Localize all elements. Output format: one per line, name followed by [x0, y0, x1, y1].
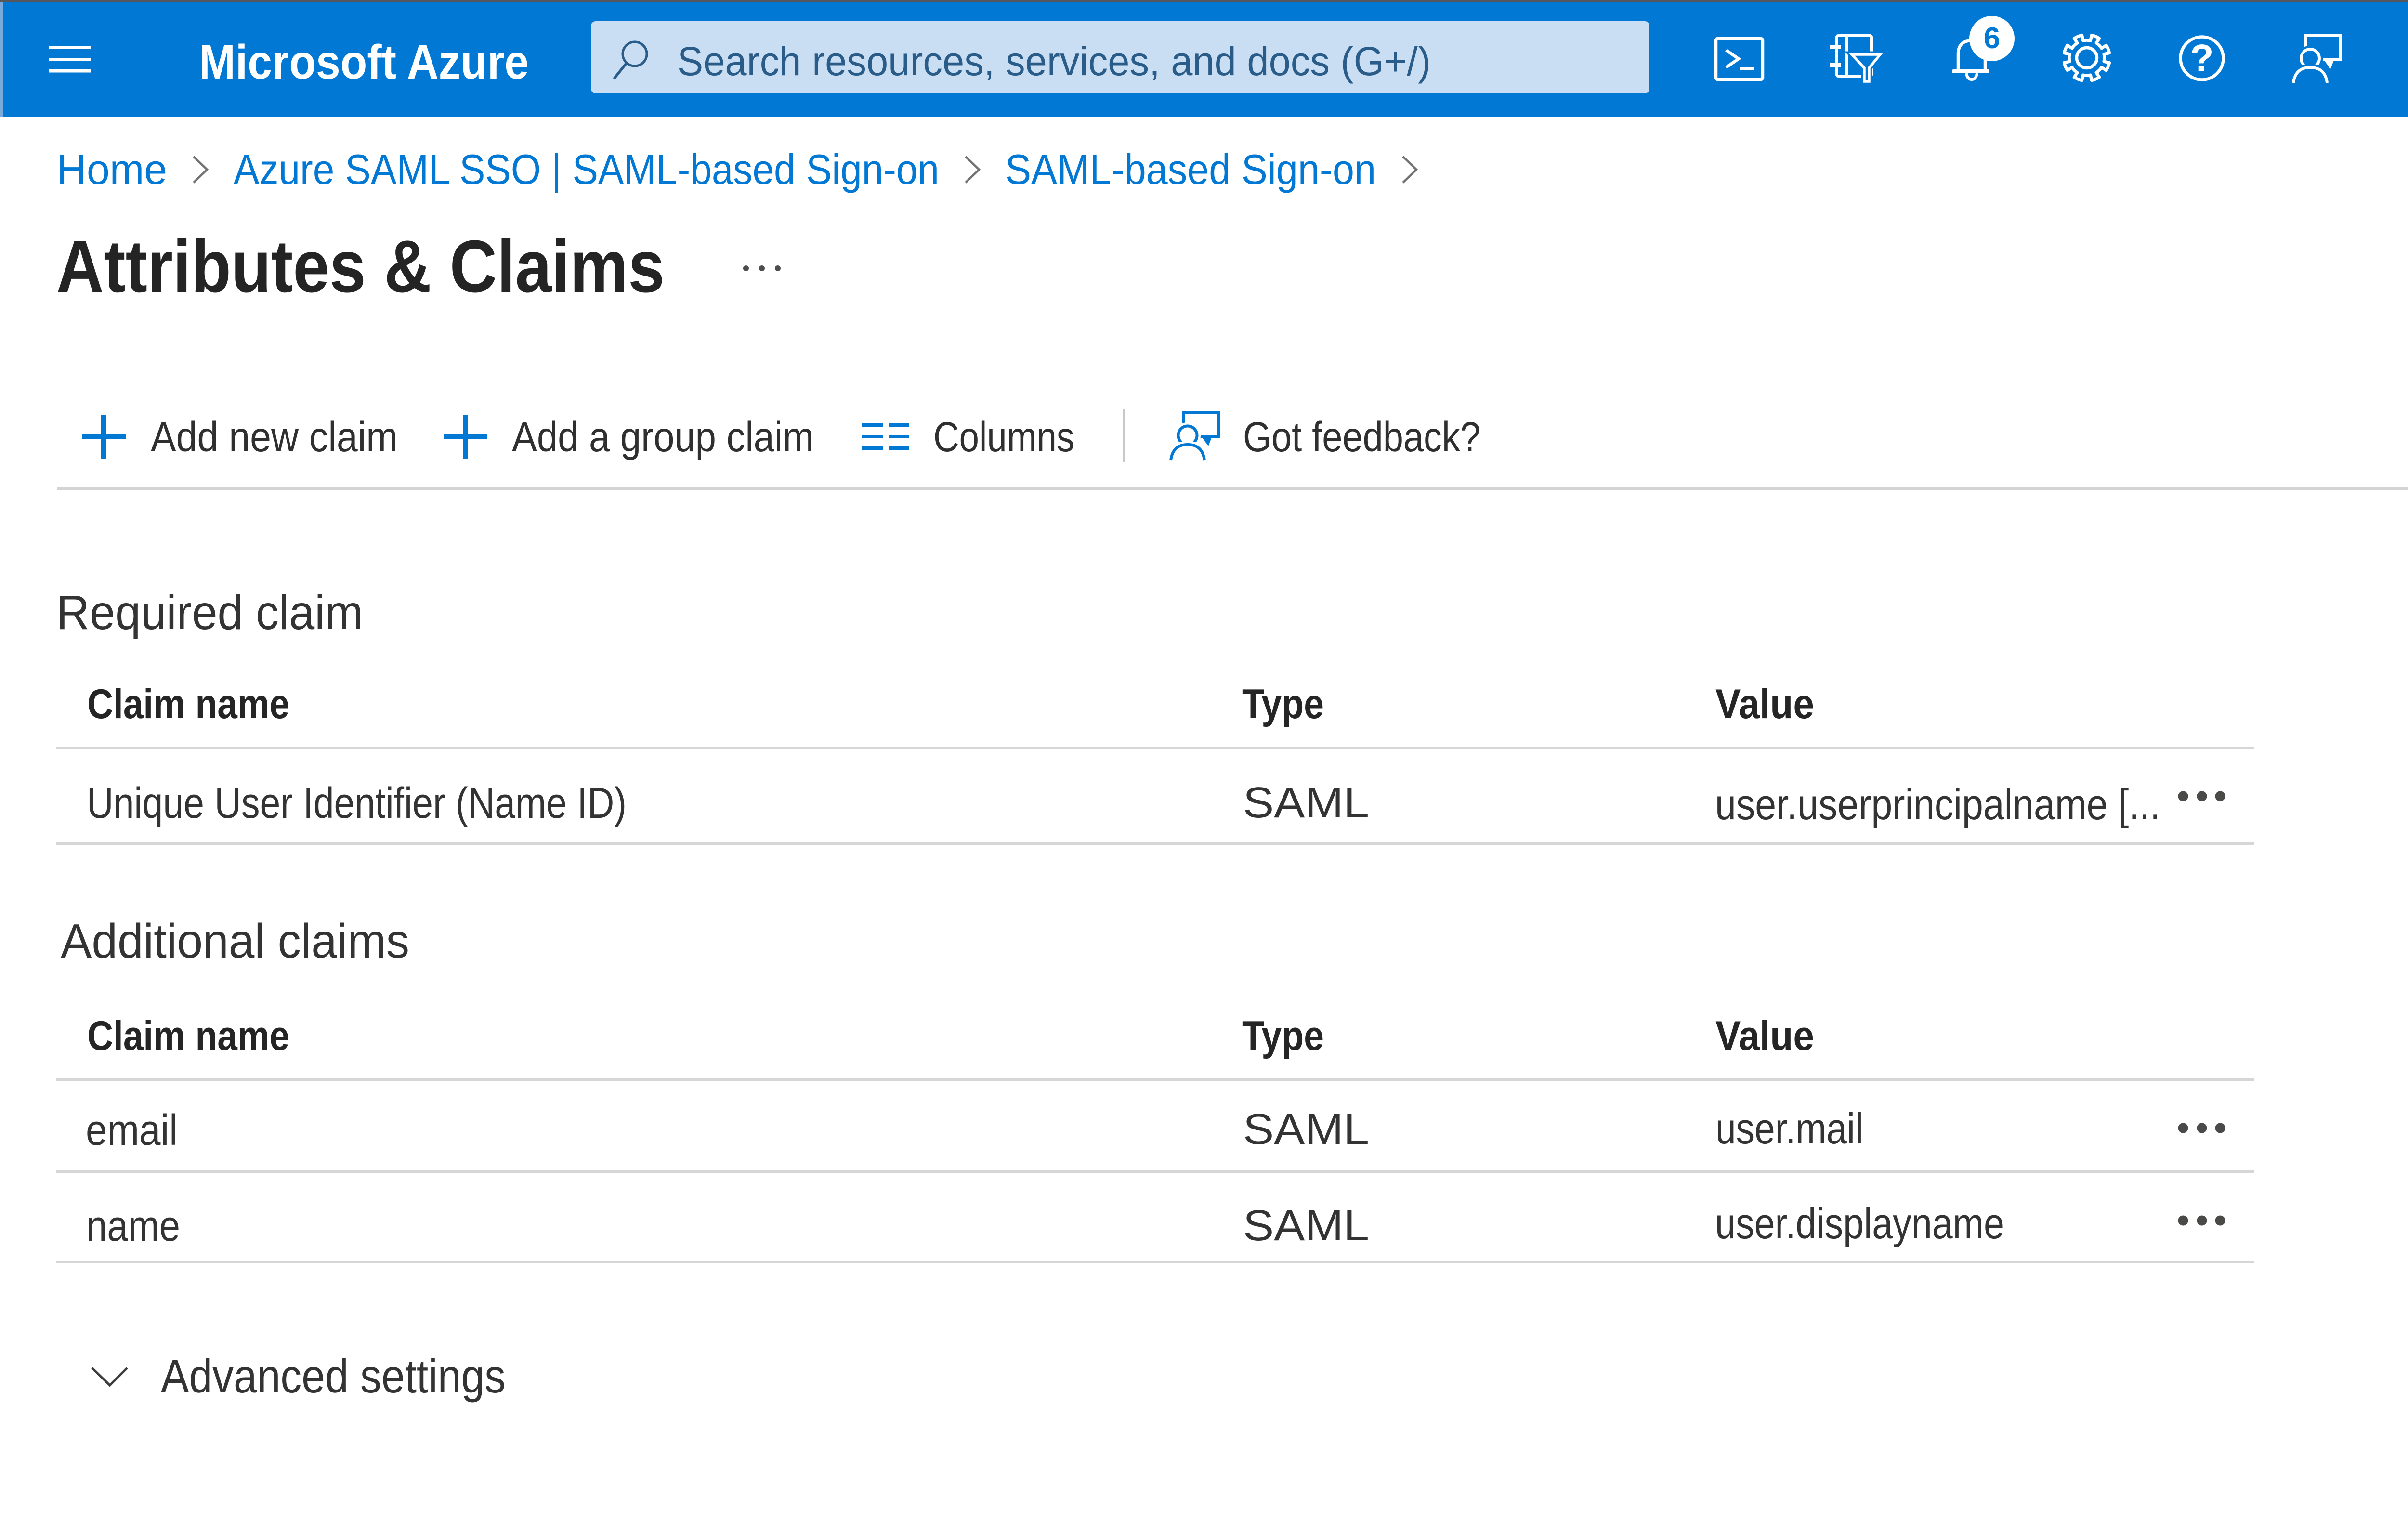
svg-text:?: ? [2190, 37, 2214, 79]
svg-text:Microsoft Azure: Microsoft Azure [199, 35, 529, 89]
svg-text:Claim name: Claim name [87, 1013, 289, 1059]
svg-text:Required claim: Required claim [56, 586, 363, 640]
svg-text:user.userprincipalname [...: user.userprincipalname [... [1715, 781, 2160, 829]
svg-text:SAML: SAML [1243, 779, 1369, 827]
svg-text:Value: Value [1715, 1013, 1814, 1059]
svg-text:Add new claim: Add new claim [151, 414, 398, 460]
svg-text:user.displayname: user.displayname [1715, 1200, 2004, 1248]
svg-text:Columns: Columns [933, 414, 1074, 460]
svg-text:name: name [86, 1202, 180, 1250]
svg-text:SAML: SAML [1243, 1105, 1369, 1154]
svg-text:Got feedback?: Got feedback? [1243, 414, 1480, 460]
svg-text:SAML-based Sign-on: SAML-based Sign-on [1005, 145, 1376, 193]
svg-text:Value: Value [1715, 681, 1814, 727]
svg-text:6: 6 [1984, 22, 2000, 55]
svg-text:Add a group claim: Add a group claim [512, 414, 814, 460]
svg-text:Additional claims: Additional claims [61, 914, 409, 968]
svg-text:Type: Type [1242, 1013, 1324, 1059]
svg-text:Type: Type [1242, 681, 1324, 727]
svg-text:Advanced settings: Advanced settings [161, 1350, 506, 1403]
svg-text:Claim name: Claim name [87, 681, 289, 727]
svg-text:Azure SAML SSO | SAML-based Si: Azure SAML SSO | SAML-based Sign-on [234, 145, 939, 193]
svg-text:Attributes & Claims: Attributes & Claims [56, 225, 665, 308]
svg-text:email: email [86, 1106, 178, 1155]
svg-text:SAML: SAML [1243, 1202, 1369, 1250]
svg-text:Unique User Identifier (Name I: Unique User Identifier (Name ID) [87, 779, 627, 827]
svg-text:user.mail: user.mail [1715, 1105, 1863, 1153]
svg-text:Home: Home [57, 145, 167, 193]
svg-text:Search resources, services, an: Search resources, services, and docs (G+… [677, 39, 1431, 84]
